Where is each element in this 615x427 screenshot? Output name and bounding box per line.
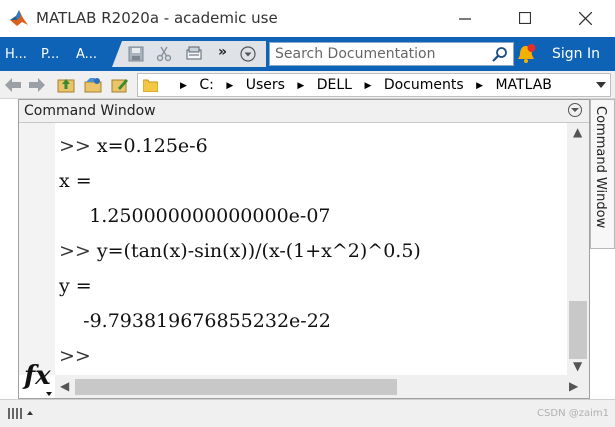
forward-arrow-icon[interactable]: [28, 76, 46, 94]
output-line: y =: [59, 275, 92, 297]
command-gutter: fx: [19, 123, 55, 396]
minimize-icon: [459, 18, 471, 20]
more-toolbar-button[interactable]: »: [218, 44, 227, 60]
tab-home[interactable]: H...: [5, 47, 27, 62]
command-line: >> x=0.125e-6: [59, 135, 208, 157]
command-text: x=0.125e-6: [90, 135, 208, 157]
breadcrumb: ▶ C: ▶ Users ▶ DELL ▶ Documents ▶ MATLAB: [172, 77, 552, 93]
search-input[interactable]: Search Documentation: [275, 46, 435, 62]
folder-icon: [143, 79, 158, 92]
panel-menu-icon[interactable]: [568, 103, 582, 117]
browse-folder-icon[interactable]: [83, 75, 103, 95]
active-command-line[interactable]: >>: [59, 345, 91, 367]
save-icon[interactable]: [128, 46, 144, 62]
status-bar: CSDN @zaim1: [0, 399, 615, 427]
breadcrumb-item[interactable]: DELL: [317, 77, 352, 93]
toolbar-menu-icon[interactable]: [240, 46, 256, 62]
output-text: x =: [59, 170, 92, 192]
window-title: MATLAB R2020a - academic use: [36, 9, 278, 27]
current-folder-bar: ▶ C: ▶ Users ▶ DELL ▶ Documents ▶ MATLAB: [0, 71, 615, 99]
breadcrumb-separator-icon: ▶: [180, 81, 187, 91]
command-prompt: >>: [59, 345, 91, 367]
command-window-panel: Command Window fx >> x=0.125e-6 x = 1.25…: [18, 99, 590, 399]
status-caret-icon[interactable]: [27, 411, 33, 415]
scroll-up-icon[interactable]: ▲: [573, 125, 582, 139]
scroll-down-icon[interactable]: ▼: [573, 359, 582, 373]
fx-caret-icon: [46, 392, 52, 396]
path-dropdown-icon[interactable]: [596, 82, 606, 88]
copy-icon[interactable]: [186, 46, 202, 62]
side-tab-label: Command Window: [593, 106, 608, 229]
output-text: y =: [59, 275, 92, 297]
search-documentation-field[interactable]: Search Documentation: [269, 42, 514, 66]
breadcrumb-separator-icon: ▶: [226, 81, 234, 91]
scroll-right-icon[interactable]: ▶: [569, 379, 578, 393]
output-line: x =: [59, 170, 92, 192]
output-value: 1.250000000000000e-07: [59, 205, 331, 227]
up-folder-icon[interactable]: [56, 75, 76, 95]
search-icon[interactable]: [491, 46, 508, 63]
output-line: 1.250000000000000e-07: [59, 205, 331, 227]
breadcrumb-item[interactable]: Documents: [384, 77, 464, 93]
minimize-button[interactable]: [452, 6, 478, 30]
horizontal-scrollbar[interactable]: ◀ ▶: [55, 375, 589, 398]
panel-title: Command Window: [24, 103, 156, 119]
side-tab-command-window[interactable]: Command Window: [590, 99, 615, 249]
horizontal-scroll-thumb[interactable]: [75, 379, 397, 395]
command-output[interactable]: >> x=0.125e-6 x = 1.250000000000000e-07 …: [55, 123, 567, 375]
breadcrumb-separator-icon: ▶: [364, 81, 372, 91]
vertical-scrollbar[interactable]: ▲ ▼: [567, 123, 589, 375]
tab-plots[interactable]: P...: [41, 47, 59, 62]
maximize-button[interactable]: [512, 6, 538, 30]
command-line: >> y=(tan(x)-sin(x))/(x-(1+x^2)^0.5): [59, 240, 421, 262]
command-text: y=(tan(x)-sin(x))/(x-(1+x^2)^0.5): [90, 240, 421, 262]
scroll-left-icon[interactable]: ◀: [60, 379, 69, 393]
command-prompt: >>: [59, 135, 91, 157]
matlab-logo-icon: [10, 10, 28, 26]
close-icon: [578, 11, 592, 25]
current-folder-path[interactable]: ▶ C: ▶ Users ▶ DELL ▶ Documents ▶ MATLAB: [137, 73, 611, 97]
sign-in-link[interactable]: Sign In: [552, 46, 600, 62]
close-button[interactable]: [572, 6, 598, 30]
back-arrow-icon[interactable]: [4, 76, 22, 94]
vertical-scroll-thumb[interactable]: [569, 301, 587, 359]
breadcrumb-item[interactable]: MATLAB: [495, 77, 551, 93]
title-bar: MATLAB R2020a - academic use: [0, 0, 615, 37]
breadcrumb-separator-icon: ▶: [476, 81, 484, 91]
status-grip-icon[interactable]: [8, 406, 24, 420]
quick-access-toolbar: »: [112, 41, 266, 67]
maximize-icon: [519, 12, 531, 24]
command-prompt: >>: [59, 240, 91, 262]
toolstrip: H... P... A... » Search Documentation Si…: [0, 37, 615, 71]
tab-apps[interactable]: A...: [76, 47, 97, 62]
cut-icon[interactable]: [156, 46, 172, 62]
output-line: -9.793819676855232e-22: [59, 310, 331, 332]
breadcrumb-separator-icon: ▶: [297, 81, 305, 91]
output-value: -9.793819676855232e-22: [59, 310, 331, 332]
function-browser-icon[interactable]: fx: [24, 361, 51, 391]
breadcrumb-item[interactable]: C:: [199, 77, 214, 93]
breadcrumb-item[interactable]: Users: [246, 77, 285, 93]
panel-header: Command Window: [19, 100, 589, 123]
folder-settings-icon[interactable]: [110, 75, 130, 95]
watermark: CSDN @zaim1: [537, 408, 609, 419]
notification-bell-icon[interactable]: [515, 43, 537, 65]
